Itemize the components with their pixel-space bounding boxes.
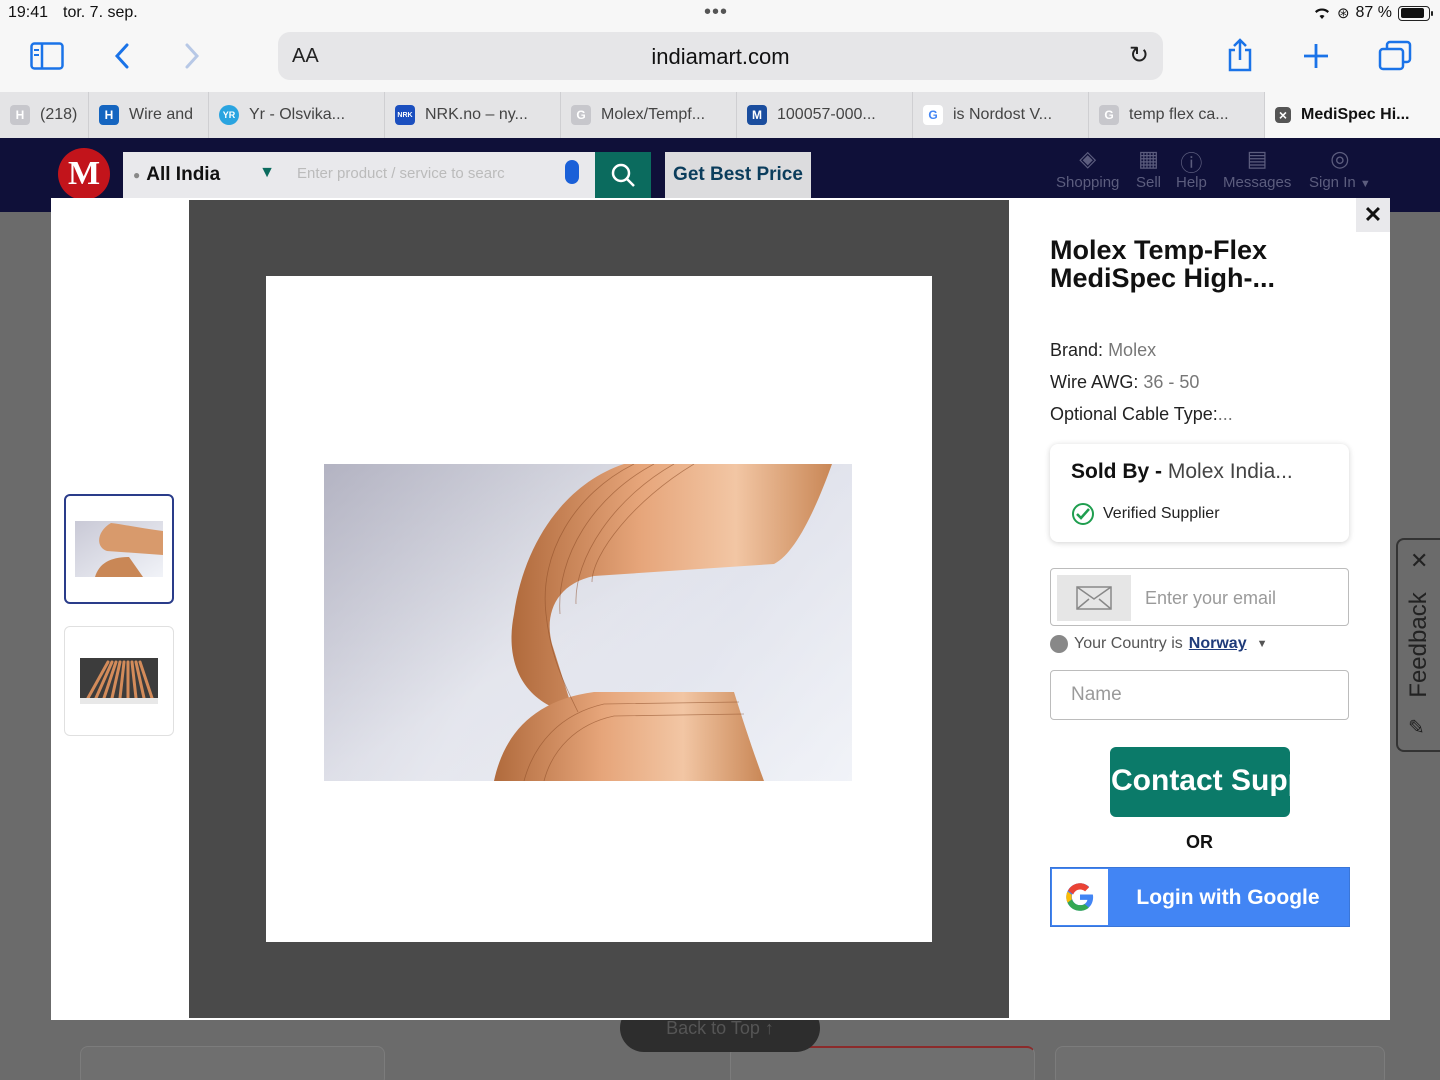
tab-favicon-icon: M bbox=[747, 105, 767, 125]
reload-icon[interactable]: ↻ bbox=[1129, 41, 1149, 70]
product-image-modal: ✕ Molex Temp-Flex MediSpec High-... Bran… bbox=[51, 198, 1390, 1020]
browser-toolbar: AA indiamart.com ↻ bbox=[0, 28, 1440, 92]
tab-item[interactable]: M 100057-000... bbox=[737, 92, 913, 138]
wire-bundle-thumbnail-image bbox=[80, 658, 158, 704]
spec-wire-awg: Wire AWG: 36 - 50 bbox=[1050, 372, 1200, 392]
indiamart-logo[interactable]: M bbox=[58, 148, 110, 200]
address-bar[interactable]: AA indiamart.com ↻ bbox=[278, 32, 1163, 80]
wifi-icon bbox=[1314, 8, 1329, 19]
google-logo-icon bbox=[1052, 869, 1108, 925]
tab-favicon-icon: G bbox=[1099, 105, 1119, 125]
tab-close-icon[interactable]: × bbox=[1275, 107, 1291, 123]
multitasking-dots-icon[interactable]: ••• bbox=[704, 1, 728, 24]
search-icon bbox=[611, 163, 635, 187]
sidebar-icon[interactable] bbox=[30, 42, 64, 70]
nav-sign-in[interactable]: ◎ Sign In ▼ bbox=[1309, 146, 1371, 191]
country-selector[interactable]: Your Country is Norway ▼ bbox=[1050, 635, 1267, 653]
tab-favicon-icon: G bbox=[571, 105, 591, 125]
status-time: 19:41 bbox=[8, 4, 49, 21]
feedback-tab[interactable]: ✕ Feedback ✎ bbox=[1396, 538, 1440, 752]
or-divider: OR bbox=[1186, 832, 1213, 852]
battery-icon bbox=[1398, 5, 1433, 21]
globe-icon bbox=[1050, 635, 1068, 653]
feedback-label: Feedback bbox=[1405, 592, 1432, 698]
tab-item[interactable]: YR Yr - Olsvika... bbox=[209, 92, 385, 138]
battery-percent: 87 % bbox=[1355, 4, 1392, 21]
nav-messages[interactable]: ▤ Messages bbox=[1223, 146, 1291, 191]
product-title: Molex Temp-Flex MediSpec High-... bbox=[1050, 235, 1276, 293]
tab-item[interactable]: Gtemp flex ca... bbox=[1089, 92, 1265, 138]
tab-favicon-icon: G bbox=[923, 105, 943, 125]
ribbon-cable-thumbnail-image bbox=[75, 521, 163, 577]
nav-help[interactable]: ⓘ Help bbox=[1176, 146, 1207, 191]
thumbnail-ribbon-cable[interactable] bbox=[64, 494, 174, 604]
spec-brand: Brand: Molex bbox=[1050, 340, 1157, 360]
chevron-down-icon: ▼ bbox=[259, 164, 275, 181]
nav-sell[interactable]: ▦ Sell bbox=[1136, 146, 1161, 191]
tab-item[interactable]: Gis Nordost V... bbox=[913, 92, 1089, 138]
ribbon-cable-image bbox=[324, 464, 852, 781]
login-with-google-button[interactable]: Login with Google bbox=[1050, 867, 1350, 927]
back-icon[interactable] bbox=[112, 42, 132, 70]
thumbnail-wire-bundle[interactable] bbox=[64, 626, 174, 736]
chevron-down-icon: ▼ bbox=[1359, 178, 1371, 190]
tag-icon: ◈ bbox=[1079, 146, 1097, 171]
background-card bbox=[80, 1046, 385, 1080]
status-bar: 19:41 tor. 7. sep. ••• ⊛ 87 % bbox=[0, 0, 1440, 28]
seller-name[interactable]: Molex India... bbox=[1168, 460, 1293, 483]
email-field[interactable]: Enter your email bbox=[1050, 568, 1349, 626]
verified-supplier-badge: Verified Supplier bbox=[1071, 502, 1220, 526]
tab-favicon-icon: H bbox=[10, 105, 30, 125]
status-date: tor. 7. sep. bbox=[63, 4, 138, 21]
image-canvas bbox=[266, 276, 932, 942]
tab-favicon-icon: H bbox=[99, 105, 119, 125]
verified-check-icon bbox=[1072, 503, 1094, 525]
share-icon[interactable] bbox=[1225, 38, 1255, 72]
tab-favicon-icon: NRK bbox=[395, 105, 415, 125]
new-tab-icon[interactable] bbox=[1302, 42, 1330, 70]
search-button[interactable] bbox=[595, 152, 651, 198]
close-icon[interactable]: ✕ bbox=[1356, 198, 1390, 232]
tab-item[interactable]: NRK NRK.no – ny... bbox=[385, 92, 561, 138]
tab-item-active[interactable]: × MediSpec Hi... bbox=[1265, 92, 1440, 138]
contact-supplier-button[interactable]: Contact Supplier bbox=[1110, 747, 1290, 817]
image-viewer bbox=[189, 200, 1009, 1018]
location-select[interactable]: ● All India ▼ bbox=[123, 152, 283, 198]
tab-favicon-icon: YR bbox=[219, 105, 239, 125]
tab-strip: H (218) H Wire and YR Yr - Olsvika... NRK NR… bbox=[0, 92, 1440, 138]
microphone-icon[interactable] bbox=[565, 160, 579, 184]
forward-icon[interactable] bbox=[182, 42, 202, 70]
search-input[interactable]: Enter product / service to searc bbox=[283, 152, 595, 198]
feedback-edit-icon: ✎ bbox=[1408, 717, 1425, 739]
url-text[interactable]: indiamart.com bbox=[278, 44, 1163, 70]
spec-optional-cable-type: Optional Cable Type:... bbox=[1050, 404, 1233, 424]
product-photo bbox=[324, 464, 852, 781]
close-icon[interactable]: ✕ bbox=[1410, 548, 1428, 574]
user-icon: ◎ bbox=[1330, 146, 1350, 171]
tab-item[interactable]: H (218) bbox=[0, 92, 89, 138]
name-field[interactable]: Name bbox=[1050, 670, 1349, 720]
get-best-price-button[interactable]: Get Best Price bbox=[665, 152, 811, 198]
tab-item[interactable]: G Molex/Tempf... bbox=[561, 92, 737, 138]
sold-by: Sold By - Molex India... bbox=[1071, 460, 1293, 483]
background-card bbox=[1055, 1046, 1385, 1080]
seller-card[interactable]: Sold By - Molex India... Verified Suppli… bbox=[1050, 444, 1349, 542]
tabs-overview-icon[interactable] bbox=[1378, 40, 1412, 72]
help-icon: ⓘ bbox=[1180, 151, 1203, 176]
country-name[interactable]: Norway bbox=[1189, 635, 1247, 653]
tab-item[interactable]: H Wire and bbox=[89, 92, 209, 138]
messages-icon: ▤ bbox=[1246, 146, 1268, 171]
envelope-icon bbox=[1057, 575, 1131, 621]
location-pin-icon: ● bbox=[133, 168, 141, 182]
chevron-down-icon: ▼ bbox=[1256, 638, 1268, 650]
nav-shopping[interactable]: ◈ Shopping bbox=[1056, 146, 1119, 191]
store-icon: ▦ bbox=[1138, 146, 1159, 171]
orientation-lock-icon: ⊛ bbox=[1336, 5, 1350, 22]
